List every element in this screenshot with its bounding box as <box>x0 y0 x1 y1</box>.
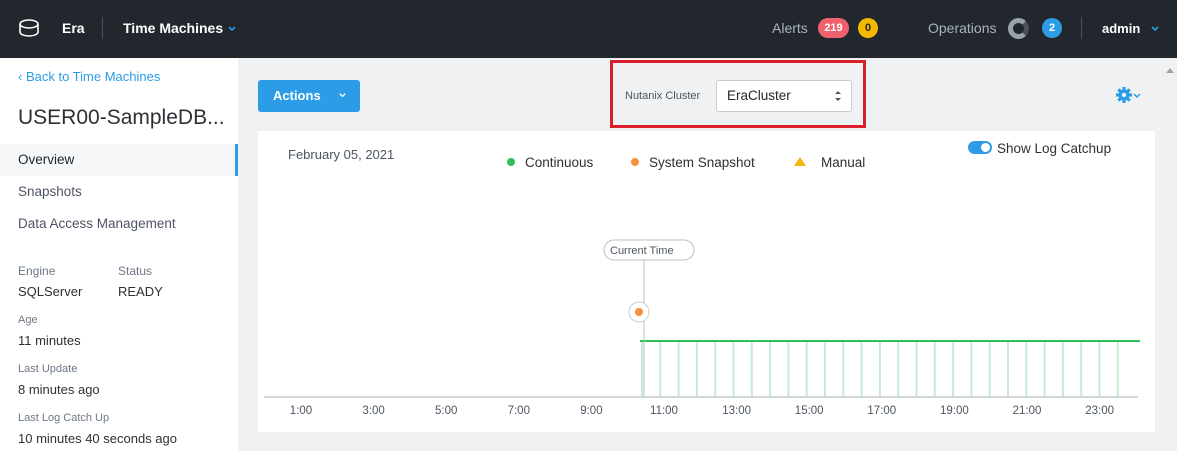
back-to-time-machines-link[interactable]: ‹ Back to Time Machines <box>18 69 160 84</box>
scrollbar-up-arrow[interactable] <box>1166 68 1174 73</box>
chevron-down-icon[interactable] <box>228 25 236 33</box>
time-axis-tick-label: 11:00 <box>650 405 678 417</box>
show-log-catchup-toggle[interactable] <box>968 141 992 154</box>
time-axis-tick-label: 9:00 <box>580 405 602 417</box>
cluster-select-value[interactable]: EraCluster <box>727 88 791 103</box>
last-log-catch-up-label: Last Log Catch Up <box>18 412 110 424</box>
time-axis-tick-label: 15:00 <box>795 405 824 417</box>
legend-manual[interactable]: Manual <box>821 155 865 170</box>
gear-icon[interactable] <box>1115 85 1143 105</box>
sidebar: ‹ Back to Time Machines USER00-SampleDB.… <box>0 58 238 451</box>
actions-button[interactable]: Actions <box>258 80 360 112</box>
last-update-value: 8 minutes ago <box>18 382 100 397</box>
select-arrows-icon[interactable] <box>835 90 841 102</box>
section-switcher[interactable]: Time Machines <box>123 20 223 36</box>
last-update-label: Last Update <box>18 363 78 375</box>
time-axis-tick-label: 23:00 <box>1085 405 1114 417</box>
sidebar-item-overview[interactable]: Overview <box>0 144 238 176</box>
alerts-warning-badge[interactable]: 0 <box>858 18 878 38</box>
nutanix-cluster-select[interactable]: EraCluster <box>716 80 852 112</box>
engine-value: SQLServer <box>18 284 83 299</box>
show-log-catchup-label[interactable]: Show Log Catchup <box>997 141 1111 156</box>
alerts-critical-badge[interactable]: 219 <box>818 18 849 38</box>
time-axis-tick-label: 21:00 <box>1013 405 1042 417</box>
actions-button-label[interactable]: Actions <box>273 88 321 103</box>
time-axis-tick-label: 19:00 <box>940 405 969 417</box>
top-navigation-bar: Era Time Machines Alerts 219 0 Operation… <box>0 0 1177 58</box>
engine-label: Engine <box>18 264 56 278</box>
time-axis-tick-label: 13:00 <box>722 405 751 417</box>
system-snapshot-marker[interactable] <box>635 308 643 316</box>
divider <box>1081 17 1082 39</box>
sidebar-item-snapshots[interactable]: Snapshots <box>0 176 238 208</box>
last-log-catch-up-value: 10 minutes 40 seconds ago <box>18 431 177 446</box>
nutanix-cluster-label: Nutanix Cluster <box>625 90 701 102</box>
status-label: Status <box>118 264 153 278</box>
user-menu[interactable]: admin <box>1102 21 1140 36</box>
time-axis-tick-label: 17:00 <box>867 405 896 417</box>
page-title: USER00-SampleDB... <box>18 106 225 129</box>
legend-system-snapshot[interactable]: System Snapshot <box>649 155 755 170</box>
back-link-label[interactable]: Back to Time Machines <box>26 69 160 84</box>
time-axis-tick-label: 5:00 <box>435 405 457 417</box>
era-logo-icon[interactable] <box>18 17 40 39</box>
current-time-label: Current Time <box>610 245 674 257</box>
sidebar-item-data-access-management[interactable]: Data Access Management <box>0 208 238 240</box>
divider <box>102 17 103 39</box>
time-axis-tick-label: 1:00 <box>290 405 312 417</box>
age-value: 11 minutes <box>18 333 81 348</box>
chevron-down-icon[interactable] <box>1151 25 1159 33</box>
app-name[interactable]: Era <box>62 20 85 36</box>
time-axis-tick-label: 3:00 <box>362 405 384 417</box>
timeline-date: February 05, 2021 <box>288 147 395 162</box>
operations-progress-icon[interactable] <box>1008 18 1029 39</box>
system-snapshot-legend-dot <box>631 158 639 166</box>
continuous-legend-dot <box>507 158 515 166</box>
operations-count-badge[interactable]: 2 <box>1042 18 1062 38</box>
toggle-knob <box>981 143 990 152</box>
manual-legend-triangle <box>794 157 806 166</box>
operations-label[interactable]: Operations <box>928 20 996 36</box>
timeline-panel <box>258 131 1155 432</box>
age-label: Age <box>18 314 38 326</box>
alerts-label[interactable]: Alerts <box>772 20 808 36</box>
legend-continuous[interactable]: Continuous <box>525 155 593 170</box>
chevron-down-icon[interactable] <box>339 92 346 99</box>
time-axis-tick-label: 7:00 <box>508 405 530 417</box>
status-value: READY <box>118 284 163 299</box>
